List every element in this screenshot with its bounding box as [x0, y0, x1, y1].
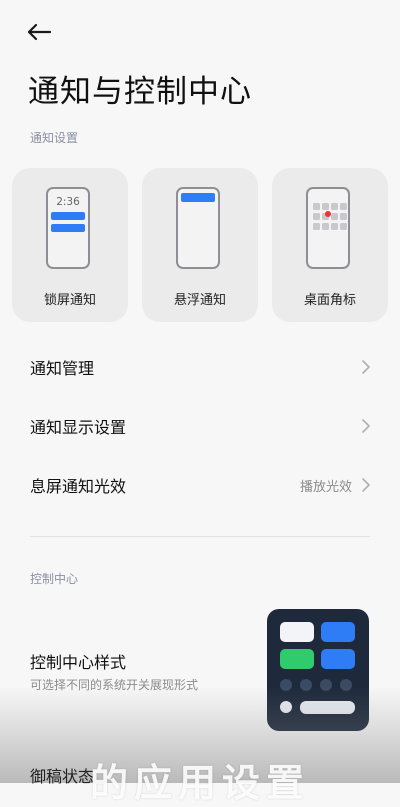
page-title: 通知与控制中心	[28, 74, 252, 110]
preview-slider	[300, 701, 355, 714]
back-button[interactable]	[26, 18, 56, 46]
video-subtitle-overlay: 的应用设置	[89, 761, 310, 805]
preview-toggle-active-icon	[280, 701, 292, 713]
preview-tile-blue	[321, 622, 355, 642]
app-dot-icon	[331, 213, 338, 220]
lockscreen-time: 2:36	[56, 196, 80, 208]
notification-bar-icon	[51, 224, 85, 232]
chevron-right-icon	[362, 419, 370, 433]
card-label: 锁屏通知	[43, 293, 96, 308]
preview-tile-green	[280, 649, 314, 669]
phone-lockscreen-icon: 2:36	[46, 187, 90, 269]
preview-toggle-icon	[280, 679, 292, 691]
preview-tile-blue	[321, 649, 355, 669]
row-label: 通知显示设置	[30, 418, 127, 437]
notification-style-cards: 2:36 锁屏通知 悬浮通知 桌面角标	[12, 168, 388, 322]
row-label: 息屏通知光效	[30, 477, 127, 496]
control-center-style-subtitle: 可选择不同的系统开关展现形式	[30, 678, 199, 692]
notification-bar-icon	[51, 212, 85, 220]
app-dot-icon	[313, 203, 320, 210]
preview-toggle-icon	[320, 679, 332, 691]
section-divider	[30, 536, 370, 537]
row-notification-management[interactable]: 通知管理	[30, 347, 370, 387]
app-dot-icon	[331, 203, 338, 210]
row-screen-off-light-effect[interactable]: 息屏通知光效 播放光效	[30, 465, 370, 505]
preview-tile-white	[280, 622, 314, 642]
desktop-badge-card[interactable]: 桌面角标	[272, 168, 388, 322]
app-dot-icon	[313, 223, 320, 230]
preview-toggle-icon	[340, 679, 352, 691]
phone-app-grid-icon	[306, 187, 350, 269]
card-label: 桌面角标	[303, 293, 356, 308]
app-dot-icon	[340, 203, 347, 210]
card-label: 悬浮通知	[173, 293, 226, 308]
notification-bar-icon	[181, 193, 215, 202]
app-dot-icon	[340, 223, 347, 230]
lockscreen-notification-card[interactable]: 2:36 锁屏通知	[12, 168, 128, 322]
control-center-style-title: 控制中心样式	[30, 653, 127, 672]
app-dot-icon	[322, 203, 329, 210]
chevron-right-icon	[362, 478, 370, 492]
phone-floating-icon	[176, 187, 220, 269]
row-label: 通知管理	[30, 359, 95, 378]
preview-toggle-icon	[300, 679, 312, 691]
row-value: 播放光效	[299, 479, 352, 495]
section-header-control-center: 控制中心	[30, 572, 79, 586]
app-dot-icon	[340, 213, 347, 220]
app-dot-icon	[313, 213, 320, 220]
badge-dot-icon	[325, 211, 331, 217]
floating-notification-card[interactable]: 悬浮通知	[142, 168, 258, 322]
app-dot-icon	[322, 223, 329, 230]
back-arrow-icon	[27, 23, 52, 41]
section-header-notification: 通知设置	[30, 131, 79, 145]
row-notification-display-settings[interactable]: 通知显示设置	[30, 406, 370, 446]
chevron-right-icon	[362, 360, 370, 374]
app-dot-icon	[331, 223, 338, 230]
control-center-preview-image	[267, 609, 369, 731]
